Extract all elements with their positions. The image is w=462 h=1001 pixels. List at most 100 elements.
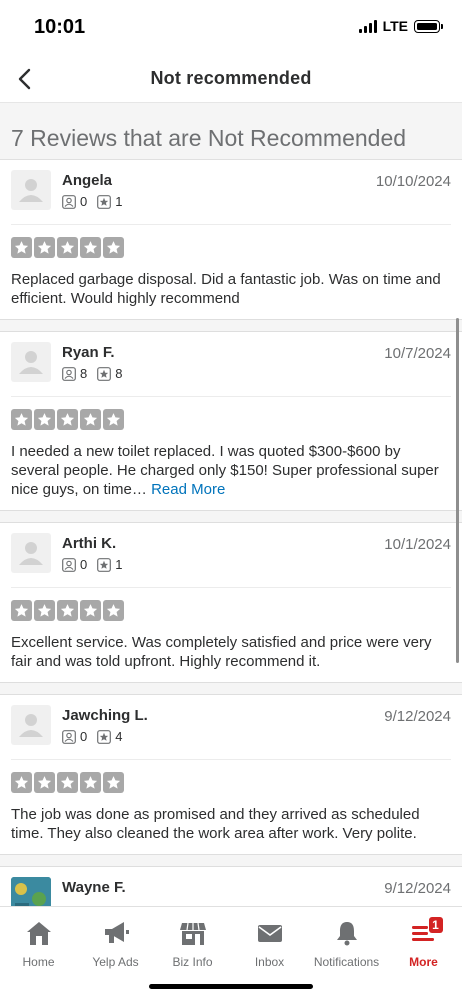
envelope-icon (257, 925, 282, 942)
nav-bar: Not recommended (0, 56, 462, 103)
tab-label: Home (22, 955, 55, 969)
tab-more[interactable]: 1 More (385, 907, 462, 969)
section-heading: 7 Reviews that are Not Recommended (11, 125, 407, 151)
star-icon (80, 237, 101, 258)
section-header: 7 Reviews that are Not Recommended (0, 103, 462, 160)
signal-icon (358, 19, 377, 33)
reviewer-name[interactable]: Jawching L. (62, 707, 148, 724)
friends-count: 0 (80, 729, 88, 744)
review-count-icon (97, 194, 112, 209)
tab-label: Inbox (254, 955, 285, 969)
tab-label: More (409, 955, 438, 969)
review-date: 10/10/2024 (375, 173, 451, 190)
review-item[interactable]: Wayne F. 9/12/2024 (0, 867, 462, 906)
star-rating (11, 237, 462, 258)
star-icon (80, 600, 101, 621)
review-item[interactable]: Jawching L. 9/12/2024 0 4 The job was do… (0, 695, 462, 867)
friends-icon (62, 557, 76, 572)
review-count: 1 (115, 557, 123, 572)
review-list[interactable]: Angela 10/10/2024 0 1 Replaced garbage d… (0, 160, 462, 906)
status-bar: 10:01 LTE (0, 0, 462, 56)
reviewer-stats: 8 8 (62, 366, 132, 381)
avatar[interactable] (11, 533, 51, 573)
review-date: 10/1/2024 (384, 536, 451, 553)
star-rating (11, 600, 462, 621)
user-photo-icon (11, 877, 51, 906)
star-icon (57, 409, 78, 430)
review-text: I needed a new toilet replaced. I was qu… (11, 442, 451, 499)
star-icon (34, 600, 55, 621)
star-icon (80, 409, 101, 430)
star-icon (80, 772, 101, 793)
review-date: 9/12/2024 (384, 708, 451, 725)
review-body: Excellent service. Was completely satisf… (11, 634, 432, 670)
tab-label: Biz Info (172, 955, 213, 969)
star-icon (11, 237, 32, 258)
read-more-link[interactable]: Read More (151, 481, 225, 498)
friends-count: 0 (80, 194, 88, 209)
divider (0, 854, 462, 867)
star-icon (103, 237, 124, 258)
friends-count: 0 (80, 557, 88, 572)
bell-icon (336, 922, 357, 946)
friends-icon (62, 194, 76, 209)
tab-home[interactable]: Home (0, 907, 77, 969)
star-icon (103, 772, 124, 793)
star-icon (34, 409, 55, 430)
reviewer-stats: 0 1 (62, 557, 132, 572)
default-user-icon (19, 714, 43, 737)
review-item[interactable]: Angela 10/10/2024 0 1 Replaced garbage d… (0, 160, 462, 332)
star-icon (11, 772, 32, 793)
reviewer-name[interactable]: Angela (62, 172, 112, 189)
star-rating (11, 409, 462, 430)
tab-notifications[interactable]: Notifications (308, 907, 385, 969)
star-icon (11, 600, 32, 621)
reviewer-stats: 0 1 (62, 194, 132, 209)
avatar[interactable] (11, 877, 51, 906)
review-date: 10/7/2024 (384, 345, 451, 362)
review-item[interactable]: Ryan F. 10/7/2024 8 8 I needed a new toi… (0, 332, 462, 523)
review-text: The job was done as promised and they ar… (11, 805, 451, 843)
divider (0, 682, 462, 695)
star-icon (103, 409, 124, 430)
star-icon (34, 237, 55, 258)
scrollbar[interactable] (456, 318, 459, 663)
home-indicator (149, 984, 313, 989)
star-icon (34, 772, 55, 793)
page-title: Not recommended (150, 68, 312, 88)
star-icon (103, 600, 124, 621)
tab-inbox[interactable]: Inbox (231, 907, 308, 969)
divider (0, 510, 462, 523)
home-icon (26, 922, 51, 945)
review-count-icon (97, 366, 112, 381)
review-text: Replaced garbage disposal. Did a fantast… (11, 270, 451, 308)
megaphone-icon (104, 922, 129, 943)
avatar[interactable] (11, 342, 51, 382)
review-date: 9/12/2024 (384, 880, 451, 897)
star-icon (11, 409, 32, 430)
star-icon (57, 772, 78, 793)
status-indicators: LTE (358, 18, 443, 34)
divider (0, 319, 462, 332)
notification-badge: 1 (428, 917, 443, 933)
star-icon (57, 237, 78, 258)
reviewer-stats: 0 4 (62, 729, 132, 744)
reviewer-name[interactable]: Wayne F. (62, 879, 126, 896)
review-text: Excellent service. Was completely satisf… (11, 633, 451, 671)
tab-yelp-ads[interactable]: Yelp Ads (77, 907, 154, 969)
avatar[interactable] (11, 170, 51, 210)
review-count: 4 (115, 729, 123, 744)
review-count-icon (97, 557, 112, 572)
review-count: 1 (115, 194, 123, 209)
avatar[interactable] (11, 705, 51, 745)
review-count-icon (97, 729, 112, 744)
review-item[interactable]: Arthi K. 10/1/2024 0 1 Excellent service… (0, 523, 462, 695)
storefront-icon (179, 922, 206, 945)
tab-label: Notifications (313, 955, 380, 969)
friends-icon (62, 366, 76, 381)
tab-biz-info[interactable]: Biz Info (154, 907, 231, 969)
reviewer-name[interactable]: Arthi K. (62, 535, 116, 552)
friends-count: 8 (80, 366, 88, 381)
reviewer-name[interactable]: Ryan F. (62, 344, 115, 361)
tab-label: Yelp Ads (92, 955, 139, 969)
